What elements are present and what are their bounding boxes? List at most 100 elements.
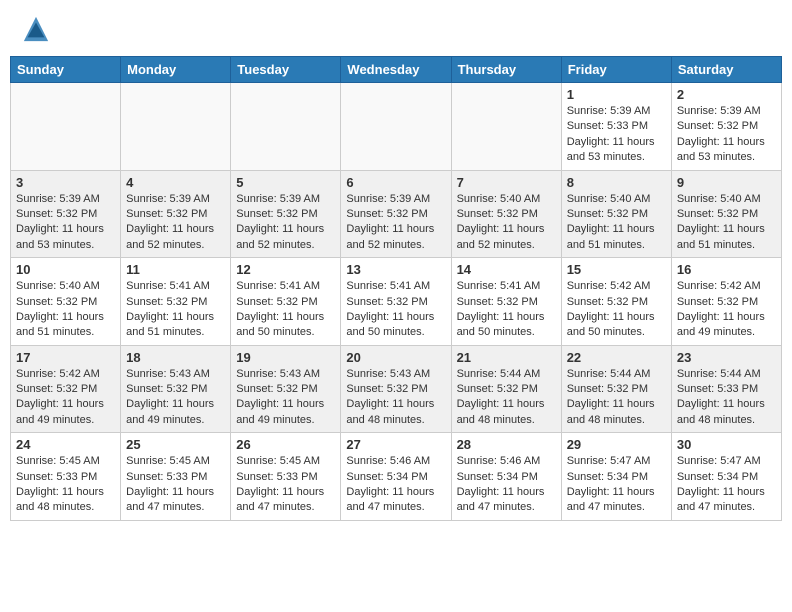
sunset-text: Sunset: 5:32 PM <box>126 383 207 395</box>
daylight-text: Daylight: 11 hours and 50 minutes. <box>346 311 434 338</box>
day-number: 11 <box>126 262 225 277</box>
day-number: 10 <box>16 262 115 277</box>
daylight-text: Daylight: 11 hours and 52 minutes. <box>346 223 434 250</box>
sunrise-text: Sunrise: 5:41 AM <box>126 280 210 292</box>
day-number: 18 <box>126 350 225 365</box>
calendar-cell: 2 Sunrise: 5:39 AM Sunset: 5:32 PM Dayli… <box>671 83 781 171</box>
sunrise-text: Sunrise: 5:41 AM <box>236 280 320 292</box>
day-number: 6 <box>346 175 445 190</box>
day-info: Sunrise: 5:39 AM Sunset: 5:32 PM Dayligh… <box>236 192 335 254</box>
calendar-cell: 21 Sunrise: 5:44 AM Sunset: 5:32 PM Dayl… <box>451 345 561 433</box>
sunset-text: Sunset: 5:32 PM <box>126 208 207 220</box>
sunrise-text: Sunrise: 5:40 AM <box>457 193 541 205</box>
day-info: Sunrise: 5:41 AM Sunset: 5:32 PM Dayligh… <box>126 279 225 341</box>
calendar-cell: 14 Sunrise: 5:41 AM Sunset: 5:32 PM Dayl… <box>451 258 561 346</box>
sunrise-text: Sunrise: 5:44 AM <box>677 368 761 380</box>
day-info: Sunrise: 5:40 AM Sunset: 5:32 PM Dayligh… <box>567 192 666 254</box>
calendar-cell: 5 Sunrise: 5:39 AM Sunset: 5:32 PM Dayli… <box>231 170 341 258</box>
sunrise-text: Sunrise: 5:39 AM <box>567 105 651 117</box>
page-header <box>10 10 782 48</box>
day-number: 13 <box>346 262 445 277</box>
daylight-text: Daylight: 11 hours and 47 minutes. <box>457 486 545 513</box>
sunset-text: Sunset: 5:33 PM <box>567 120 648 132</box>
sunrise-text: Sunrise: 5:40 AM <box>16 280 100 292</box>
sunrise-text: Sunrise: 5:47 AM <box>677 455 761 467</box>
day-number: 4 <box>126 175 225 190</box>
calendar-cell: 13 Sunrise: 5:41 AM Sunset: 5:32 PM Dayl… <box>341 258 451 346</box>
daylight-text: Daylight: 11 hours and 47 minutes. <box>126 486 214 513</box>
day-number: 16 <box>677 262 776 277</box>
day-number: 3 <box>16 175 115 190</box>
day-number: 15 <box>567 262 666 277</box>
daylight-text: Daylight: 11 hours and 50 minutes. <box>457 311 545 338</box>
daylight-text: Daylight: 11 hours and 53 minutes. <box>16 223 104 250</box>
day-number: 24 <box>16 437 115 452</box>
calendar-cell: 16 Sunrise: 5:42 AM Sunset: 5:32 PM Dayl… <box>671 258 781 346</box>
sunrise-text: Sunrise: 5:45 AM <box>16 455 100 467</box>
sunrise-text: Sunrise: 5:47 AM <box>567 455 651 467</box>
daylight-text: Daylight: 11 hours and 52 minutes. <box>236 223 324 250</box>
sunset-text: Sunset: 5:32 PM <box>236 383 317 395</box>
calendar-cell <box>11 83 121 171</box>
daylight-text: Daylight: 11 hours and 52 minutes. <box>126 223 214 250</box>
day-info: Sunrise: 5:41 AM Sunset: 5:32 PM Dayligh… <box>346 279 445 341</box>
calendar-cell <box>121 83 231 171</box>
day-info: Sunrise: 5:39 AM Sunset: 5:32 PM Dayligh… <box>126 192 225 254</box>
calendar-cell <box>341 83 451 171</box>
calendar-cell: 29 Sunrise: 5:47 AM Sunset: 5:34 PM Dayl… <box>561 433 671 521</box>
weekday-header-wednesday: Wednesday <box>341 57 451 83</box>
sunrise-text: Sunrise: 5:45 AM <box>126 455 210 467</box>
calendar-cell: 19 Sunrise: 5:43 AM Sunset: 5:32 PM Dayl… <box>231 345 341 433</box>
calendar-cell: 18 Sunrise: 5:43 AM Sunset: 5:32 PM Dayl… <box>121 345 231 433</box>
day-info: Sunrise: 5:44 AM Sunset: 5:32 PM Dayligh… <box>457 367 556 429</box>
calendar-cell: 6 Sunrise: 5:39 AM Sunset: 5:32 PM Dayli… <box>341 170 451 258</box>
calendar-week-row: 1 Sunrise: 5:39 AM Sunset: 5:33 PM Dayli… <box>11 83 782 171</box>
weekday-header-sunday: Sunday <box>11 57 121 83</box>
calendar-header-row: SundayMondayTuesdayWednesdayThursdayFrid… <box>11 57 782 83</box>
calendar-cell <box>231 83 341 171</box>
sunset-text: Sunset: 5:32 PM <box>677 296 758 308</box>
day-number: 23 <box>677 350 776 365</box>
day-number: 20 <box>346 350 445 365</box>
daylight-text: Daylight: 11 hours and 49 minutes. <box>236 398 324 425</box>
daylight-text: Daylight: 11 hours and 51 minutes. <box>677 223 765 250</box>
sunrise-text: Sunrise: 5:44 AM <box>457 368 541 380</box>
sunrise-text: Sunrise: 5:39 AM <box>126 193 210 205</box>
day-info: Sunrise: 5:40 AM Sunset: 5:32 PM Dayligh… <box>16 279 115 341</box>
day-info: Sunrise: 5:42 AM Sunset: 5:32 PM Dayligh… <box>16 367 115 429</box>
daylight-text: Daylight: 11 hours and 50 minutes. <box>236 311 324 338</box>
day-info: Sunrise: 5:39 AM Sunset: 5:32 PM Dayligh… <box>346 192 445 254</box>
sunset-text: Sunset: 5:32 PM <box>346 383 427 395</box>
sunrise-text: Sunrise: 5:40 AM <box>567 193 651 205</box>
sunset-text: Sunset: 5:32 PM <box>16 208 97 220</box>
sunset-text: Sunset: 5:32 PM <box>236 296 317 308</box>
sunrise-text: Sunrise: 5:46 AM <box>457 455 541 467</box>
day-info: Sunrise: 5:41 AM Sunset: 5:32 PM Dayligh… <box>457 279 556 341</box>
daylight-text: Daylight: 11 hours and 51 minutes. <box>126 311 214 338</box>
day-number: 27 <box>346 437 445 452</box>
calendar-cell: 25 Sunrise: 5:45 AM Sunset: 5:33 PM Dayl… <box>121 433 231 521</box>
sunset-text: Sunset: 5:32 PM <box>567 383 648 395</box>
daylight-text: Daylight: 11 hours and 48 minutes. <box>567 398 655 425</box>
sunset-text: Sunset: 5:32 PM <box>677 120 758 132</box>
sunset-text: Sunset: 5:33 PM <box>16 471 97 483</box>
calendar-week-row: 3 Sunrise: 5:39 AM Sunset: 5:32 PM Dayli… <box>11 170 782 258</box>
calendar-cell: 3 Sunrise: 5:39 AM Sunset: 5:32 PM Dayli… <box>11 170 121 258</box>
day-number: 2 <box>677 87 776 102</box>
calendar-cell <box>451 83 561 171</box>
sunrise-text: Sunrise: 5:44 AM <box>567 368 651 380</box>
sunrise-text: Sunrise: 5:43 AM <box>126 368 210 380</box>
sunset-text: Sunset: 5:32 PM <box>346 208 427 220</box>
calendar-cell: 30 Sunrise: 5:47 AM Sunset: 5:34 PM Dayl… <box>671 433 781 521</box>
daylight-text: Daylight: 11 hours and 48 minutes. <box>16 486 104 513</box>
day-info: Sunrise: 5:44 AM Sunset: 5:33 PM Dayligh… <box>677 367 776 429</box>
calendar-cell: 8 Sunrise: 5:40 AM Sunset: 5:32 PM Dayli… <box>561 170 671 258</box>
day-number: 28 <box>457 437 556 452</box>
calendar-cell: 11 Sunrise: 5:41 AM Sunset: 5:32 PM Dayl… <box>121 258 231 346</box>
day-number: 30 <box>677 437 776 452</box>
day-info: Sunrise: 5:46 AM Sunset: 5:34 PM Dayligh… <box>346 454 445 516</box>
daylight-text: Daylight: 11 hours and 47 minutes. <box>346 486 434 513</box>
sunset-text: Sunset: 5:32 PM <box>457 296 538 308</box>
day-info: Sunrise: 5:43 AM Sunset: 5:32 PM Dayligh… <box>346 367 445 429</box>
day-number: 17 <box>16 350 115 365</box>
